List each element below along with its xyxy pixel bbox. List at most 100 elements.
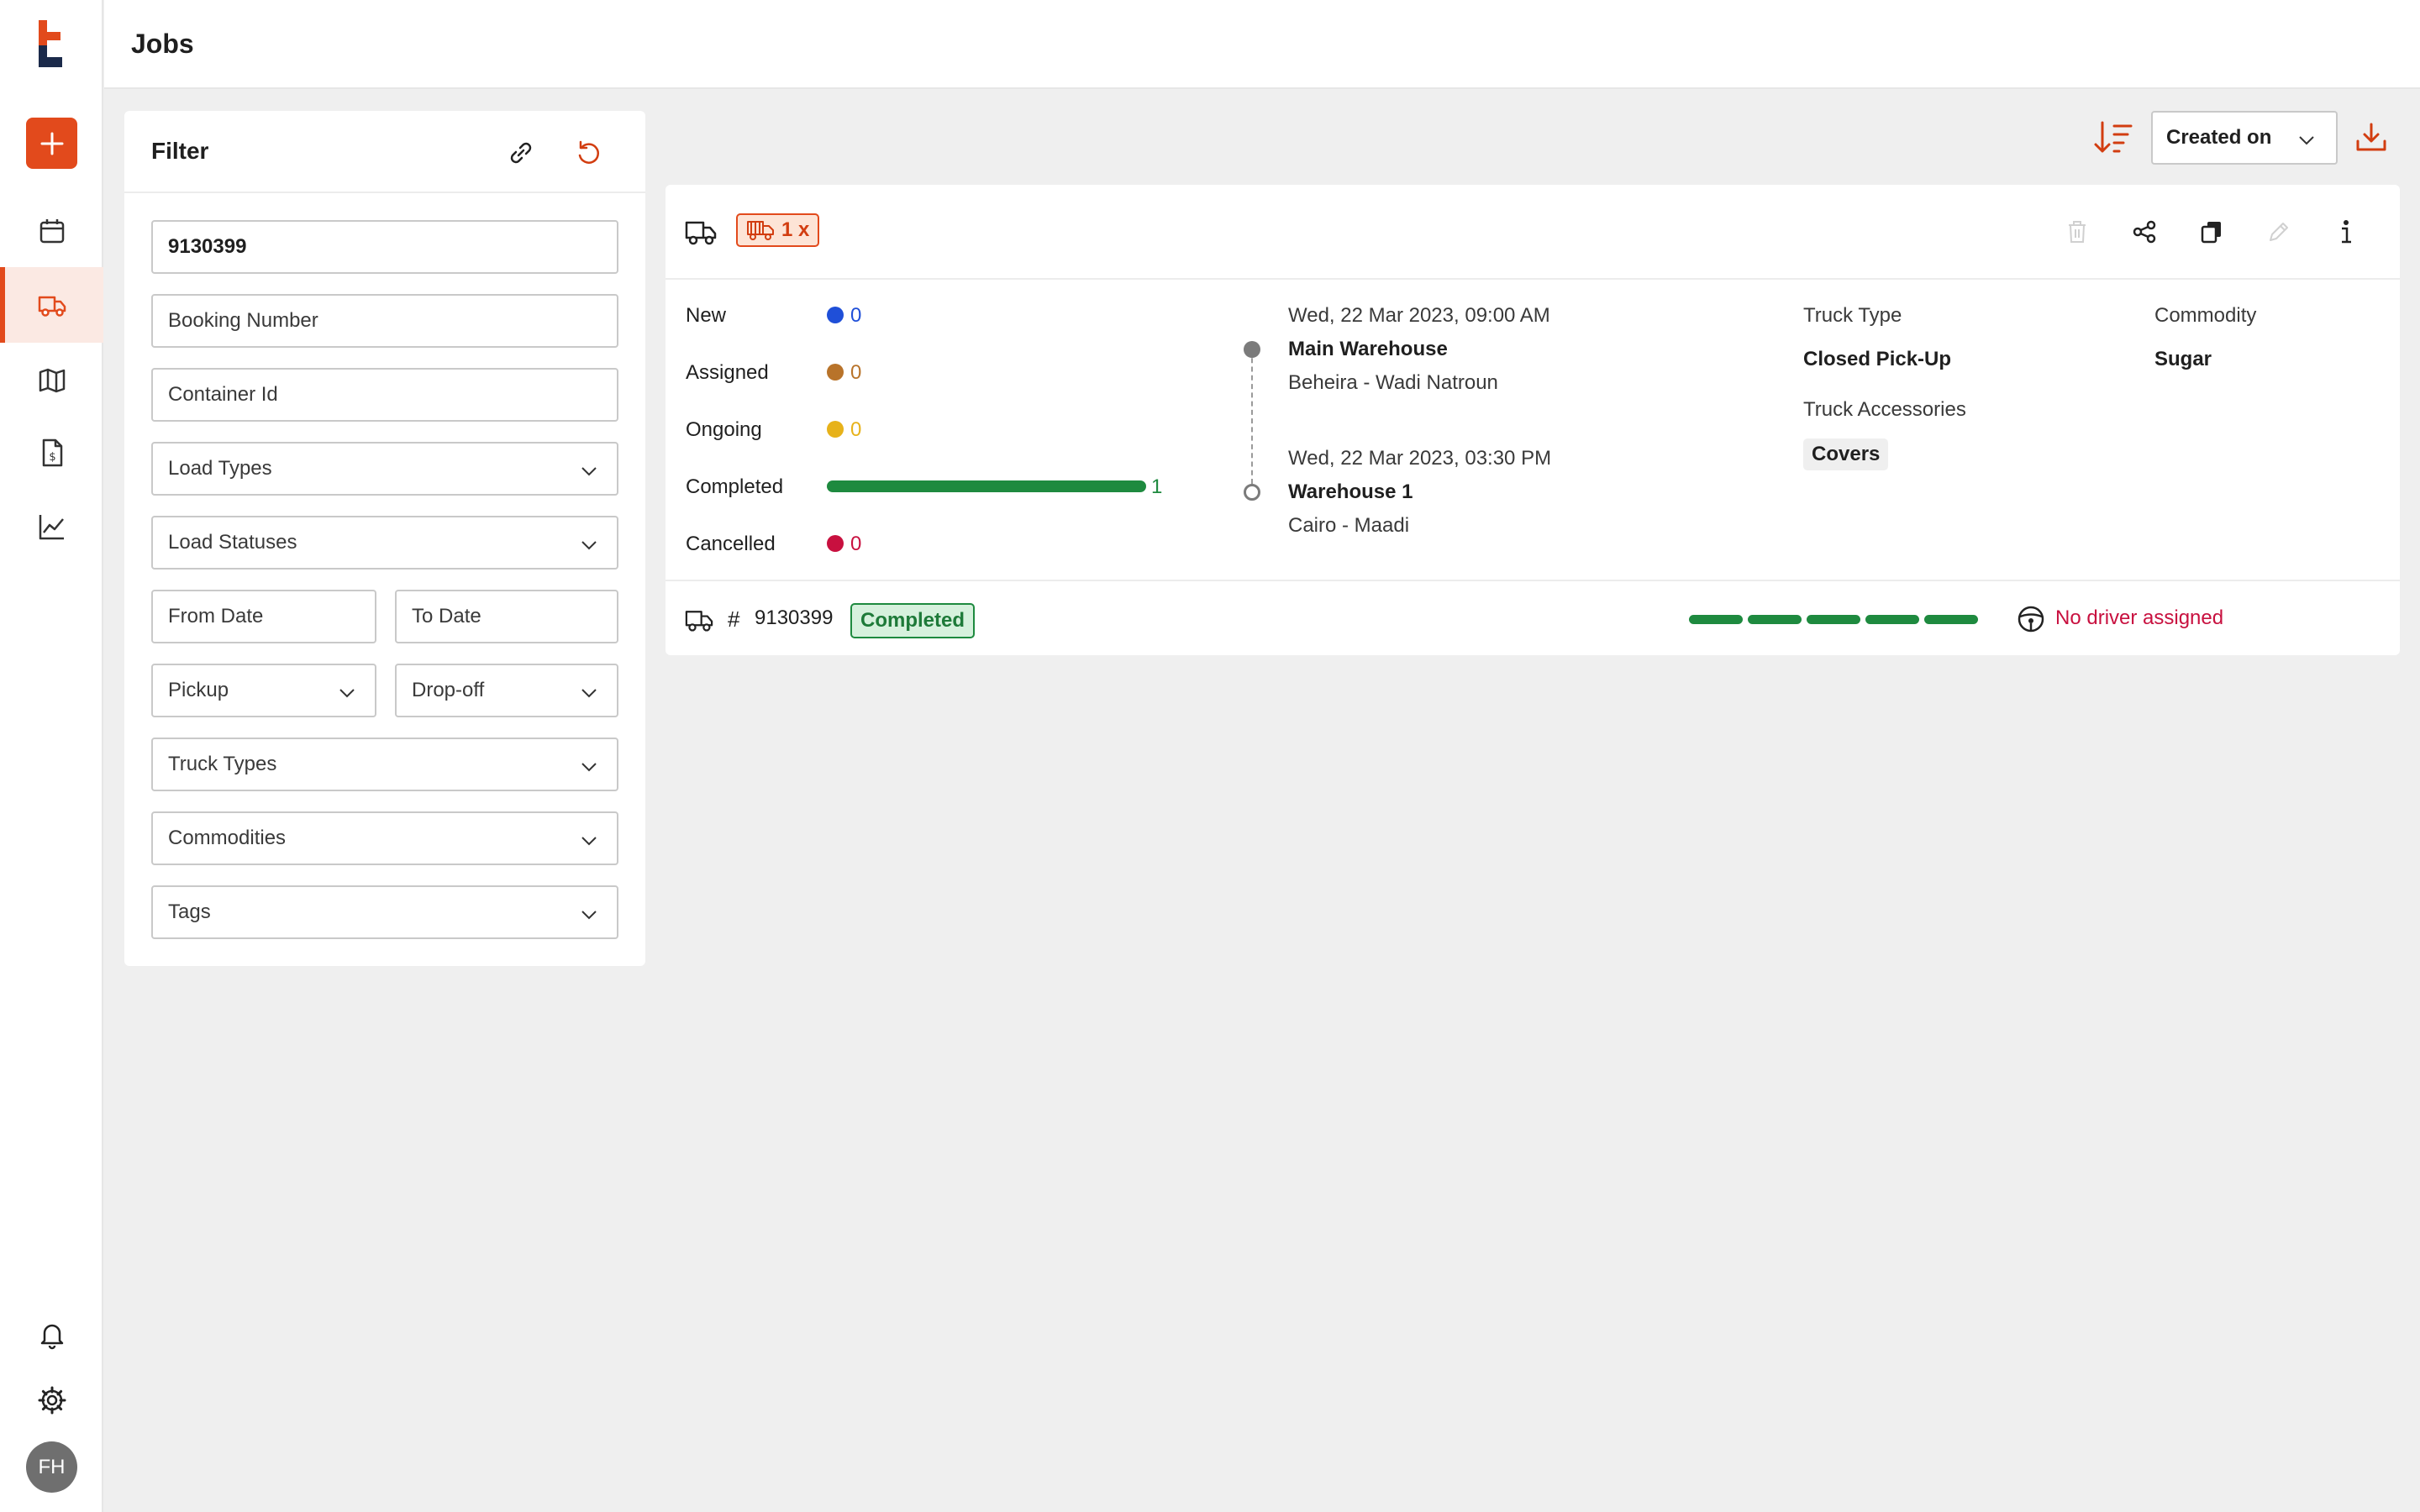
- sidebar-item-map[interactable]: [0, 343, 103, 418]
- svg-text:$: $: [49, 451, 55, 464]
- reset-icon[interactable]: [571, 136, 605, 170]
- copy-button[interactable]: [2195, 215, 2228, 249]
- sort-icon[interactable]: [2092, 119, 2134, 156]
- from-date-field[interactable]: From Date: [151, 590, 376, 643]
- load-statuses-label: Load Statuses: [168, 531, 297, 554]
- filter-header: Filter: [124, 111, 645, 193]
- dropoff-label: Drop-off: [412, 679, 485, 701]
- plus-icon: [40, 132, 63, 155]
- load-row[interactable]: # 9130399 Completed No driver assigned: [666, 580, 2400, 655]
- pickup-marker: [1244, 341, 1260, 358]
- calendar-icon: [39, 219, 64, 244]
- sidebar-item-notifications[interactable]: [0, 1297, 103, 1373]
- chevron-down-icon: [581, 467, 597, 476]
- sidebar-item-invoices[interactable]: $: [0, 415, 103, 491]
- load-progress-step: [1748, 615, 1802, 624]
- status-badge: Completed: [850, 603, 976, 638]
- tags-label: Tags: [168, 900, 211, 923]
- truck-types-select[interactable]: Truck Types: [151, 738, 618, 791]
- truck-accessories-label: Truck Accessories: [1803, 398, 1966, 421]
- truck-quantity-badge: 1 x: [736, 213, 820, 247]
- truck-types-label: Truck Types: [168, 753, 277, 775]
- filter-panel: Filter 9130399 Booking Number Container …: [124, 111, 645, 966]
- info-button[interactable]: [2329, 215, 2363, 249]
- dropoff-name: Warehouse 1: [1288, 480, 1413, 503]
- sort-by-label: Created on: [2166, 126, 2272, 149]
- chevron-down-icon: [339, 689, 355, 698]
- search-input[interactable]: 9130399: [151, 220, 618, 274]
- page-title: Jobs: [131, 29, 194, 59]
- booking-number-field[interactable]: Booking Number: [151, 294, 618, 348]
- share-button[interactable]: [2128, 215, 2161, 249]
- pencil-icon: [2270, 223, 2288, 241]
- container-id-field[interactable]: Container Id: [151, 368, 618, 422]
- truck-icon: [685, 611, 713, 632]
- commodity-label: Commodity: [2154, 304, 2257, 327]
- status-count-ongoing: 0: [850, 418, 862, 441]
- to-date-field[interactable]: To Date: [395, 590, 618, 643]
- chevron-down-icon: [581, 911, 597, 920]
- chevron-down-icon: [581, 689, 597, 698]
- job-card[interactable]: 1 x New 0 Assigned 0 Ongoing 0 Completed…: [666, 185, 2400, 655]
- status-label-new: New: [686, 304, 727, 327]
- load-statuses-select[interactable]: Load Statuses: [151, 516, 618, 570]
- tags-select[interactable]: Tags: [151, 885, 618, 939]
- pickup-label: Pickup: [168, 679, 229, 701]
- link-icon[interactable]: [504, 136, 538, 170]
- truck-quantity-text: 1 x: [781, 218, 810, 241]
- pickup-location: Beheira - Wadi Natroun: [1288, 371, 1498, 394]
- load-progress-step: [1807, 615, 1860, 624]
- truck-type-label: Truck Type: [1803, 304, 1902, 327]
- status-count-new: 0: [850, 304, 862, 327]
- load-progress-step: [1924, 615, 1978, 624]
- invoice-icon: $: [42, 438, 62, 467]
- dropoff-location: Cairo - Maadi: [1288, 514, 1410, 537]
- load-types-label: Load Types: [168, 457, 272, 480]
- load-progress-step: [1865, 615, 1919, 624]
- load-types-select[interactable]: Load Types: [151, 442, 618, 496]
- pickup-datetime: Wed, 22 Mar 2023, 09:00 AM: [1288, 304, 1550, 327]
- truck-icon: [747, 221, 774, 240]
- sidebar-item-settings[interactable]: [0, 1362, 103, 1438]
- truck-icon: [38, 296, 66, 317]
- delete-button[interactable]: [2060, 215, 2094, 249]
- commodities-label: Commodities: [168, 827, 287, 849]
- status-count-assigned: 0: [850, 361, 862, 384]
- gear-icon: [38, 1386, 66, 1415]
- add-job-button[interactable]: [26, 118, 77, 169]
- share-icon: [2133, 220, 2156, 244]
- avatar[interactable]: FH: [26, 1441, 77, 1493]
- steering-wheel-icon: [2018, 606, 2044, 633]
- load-progress-step: [1689, 615, 1743, 624]
- status-label-completed: Completed: [686, 475, 784, 498]
- sidebar-item-calendar[interactable]: [0, 193, 103, 269]
- hash-symbol: #: [728, 606, 740, 632]
- page-header: Jobs: [104, 0, 2420, 89]
- completed-progress-bar: [827, 480, 1146, 492]
- sort-by-select[interactable]: Created on: [2151, 111, 2338, 165]
- status-dot-assigned: [827, 364, 844, 381]
- status-count-cancelled: 0: [850, 533, 862, 555]
- filter-title: Filter: [151, 138, 209, 164]
- accessory-chip: Covers: [1803, 438, 1889, 470]
- copy-icon: [2201, 222, 2221, 244]
- download-icon[interactable]: [2354, 121, 2388, 155]
- sidebar: $ FH: [0, 0, 103, 1512]
- chevron-down-icon: [581, 837, 597, 846]
- status-label-ongoing: Ongoing: [686, 418, 762, 441]
- dropoff-select[interactable]: Drop-off: [395, 664, 618, 717]
- chevron-down-icon: [581, 763, 597, 772]
- chevron-down-icon: [581, 541, 597, 550]
- brand-logo: [39, 20, 62, 67]
- sidebar-item-analytics[interactable]: [0, 489, 103, 564]
- commodities-select[interactable]: Commodities: [151, 811, 618, 865]
- truck-icon: [685, 221, 717, 245]
- sidebar-item-jobs[interactable]: [0, 267, 103, 343]
- status-dot-new: [827, 307, 844, 323]
- status-label-cancelled: Cancelled: [686, 533, 776, 555]
- edit-button[interactable]: [2262, 215, 2296, 249]
- pickup-select[interactable]: Pickup: [151, 664, 376, 717]
- bell-icon: [40, 1324, 63, 1350]
- status-dot-cancelled: [827, 535, 844, 552]
- commodity-value: Sugar: [2154, 348, 2212, 370]
